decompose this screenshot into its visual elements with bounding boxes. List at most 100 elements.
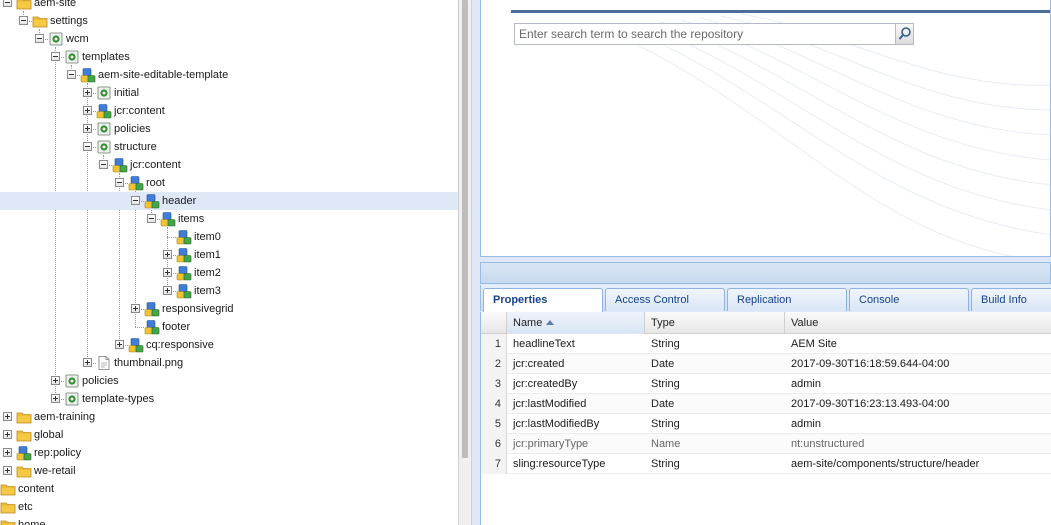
tab-build-info[interactable]: Build Info bbox=[971, 288, 1051, 311]
tree-node-aem-training[interactable]: aem-training bbox=[0, 408, 458, 426]
property-value[interactable]: aem-site/components/structure/header bbox=[785, 454, 1051, 474]
property-name[interactable]: jcr:primaryType bbox=[507, 434, 645, 454]
expand-icon[interactable] bbox=[163, 250, 172, 259]
tree-node-templates[interactable]: templates bbox=[0, 48, 458, 66]
tree-node-template-types[interactable]: template-types bbox=[0, 390, 458, 408]
tree-node-home[interactable]: home bbox=[0, 516, 458, 525]
collapse-icon[interactable] bbox=[131, 196, 140, 205]
expand-icon[interactable] bbox=[83, 124, 92, 133]
tree-node-item2[interactable]: item2 bbox=[0, 264, 458, 282]
expand-icon[interactable] bbox=[3, 430, 12, 439]
column-header-type[interactable]: Type bbox=[645, 312, 785, 334]
collapse-icon[interactable] bbox=[19, 16, 28, 25]
tree-node-wcm[interactable]: wcm bbox=[0, 30, 458, 48]
table-row[interactable]: 3 jcr:createdBy String admin bbox=[481, 374, 1051, 394]
tree-node-item3[interactable]: item3 bbox=[0, 282, 458, 300]
property-name[interactable]: headlineText bbox=[507, 334, 645, 354]
tree-node-aem-site[interactable]: aem-site bbox=[0, 0, 458, 12]
tree-node-header[interactable]: header bbox=[0, 192, 458, 210]
tree-node-jcr-content[interactable]: jcr:content bbox=[0, 102, 458, 120]
tab-replication[interactable]: Replication bbox=[727, 288, 847, 311]
tree-scrollbar[interactable] bbox=[462, 0, 468, 458]
search-button[interactable] bbox=[895, 23, 914, 45]
property-name[interactable]: jcr:createdBy bbox=[507, 374, 645, 394]
property-value[interactable]: admin bbox=[785, 374, 1051, 394]
expand-icon[interactable] bbox=[3, 466, 12, 475]
tree-node-item1[interactable]: item1 bbox=[0, 246, 458, 264]
properties-grid: Name Type Value 1 headlineText String AEM S… bbox=[480, 312, 1051, 525]
collapse-icon[interactable] bbox=[83, 142, 92, 151]
tree-node-footer[interactable]: footer bbox=[0, 318, 458, 336]
tree-node-we-retail[interactable]: we-retail bbox=[0, 462, 458, 480]
property-value[interactable]: admin bbox=[785, 414, 1051, 434]
tree-node-etc[interactable]: etc bbox=[0, 498, 458, 516]
tree-node-global[interactable]: global bbox=[0, 426, 458, 444]
table-row[interactable]: 1 headlineText String AEM Site bbox=[481, 334, 1051, 354]
table-row[interactable]: 7 sling:resourceType String aem-site/compon… bbox=[481, 454, 1051, 474]
table-row[interactable]: 4 jcr:lastModified Date 2017-09-30T16:23:13… bbox=[481, 394, 1051, 414]
property-type[interactable]: String bbox=[645, 454, 785, 474]
column-header-value[interactable]: Value bbox=[785, 312, 1051, 334]
expand-icon[interactable] bbox=[3, 412, 12, 421]
collapse-icon[interactable] bbox=[99, 160, 108, 169]
collapse-icon[interactable] bbox=[147, 214, 156, 223]
collapse-icon[interactable] bbox=[3, 0, 12, 7]
tree-node-content[interactable]: content bbox=[0, 480, 458, 498]
search-input[interactable] bbox=[515, 24, 895, 44]
property-type[interactable]: Date bbox=[645, 354, 785, 374]
tab-properties[interactable]: Properties bbox=[483, 288, 603, 312]
property-type[interactable]: String bbox=[645, 374, 785, 394]
table-row[interactable]: 5 jcr:lastModifiedBy String admin bbox=[481, 414, 1051, 434]
tree-node-rep-policy[interactable]: rep:policy bbox=[0, 444, 458, 462]
property-name[interactable]: sling:resourceType bbox=[507, 454, 645, 474]
tree-node-settings[interactable]: settings bbox=[0, 12, 458, 30]
expand-icon[interactable] bbox=[51, 376, 60, 385]
tree-node-thumbnail-png[interactable]: thumbnail.png bbox=[0, 354, 458, 372]
expand-icon[interactable] bbox=[83, 88, 92, 97]
tree-node-cq-responsive[interactable]: cq:responsive bbox=[0, 336, 458, 354]
tree-node-policies[interactable]: policies bbox=[0, 372, 458, 390]
expand-icon[interactable] bbox=[3, 448, 12, 457]
table-row[interactable]: 6 jcr:primaryType Name nt:unstructured bbox=[481, 434, 1051, 454]
property-value[interactable]: 2017-09-30T16:18:59.644-04:00 bbox=[785, 354, 1051, 374]
property-name[interactable]: jcr:lastModifiedBy bbox=[507, 414, 645, 434]
tree-node-label: we-retail bbox=[34, 465, 76, 477]
expand-icon[interactable] bbox=[115, 340, 124, 349]
panel-splitter[interactable] bbox=[458, 0, 472, 525]
expand-icon[interactable] bbox=[83, 106, 92, 115]
expand-icon[interactable] bbox=[83, 358, 92, 367]
property-name[interactable]: jcr:created bbox=[507, 354, 645, 374]
expand-icon[interactable] bbox=[131, 304, 140, 313]
tree-node-label: initial bbox=[114, 87, 140, 99]
property-value[interactable]: 2017-09-30T16:23:13.493-04:00 bbox=[785, 394, 1051, 414]
tree-node-aem-site-editable-template[interactable]: aem-site-editable-template bbox=[0, 66, 458, 84]
expand-icon[interactable] bbox=[163, 268, 172, 277]
tree-node-items[interactable]: items bbox=[0, 210, 458, 228]
tree-node-root[interactable]: root bbox=[0, 174, 458, 192]
property-type[interactable]: Name bbox=[645, 434, 785, 454]
tab-access-control[interactable]: Access Control bbox=[605, 288, 725, 311]
tree-node-item0[interactable]: item0 bbox=[0, 228, 458, 246]
tab-console[interactable]: Console bbox=[849, 288, 969, 311]
table-row[interactable]: 2 jcr:created Date 2017-09-30T16:18:59.644-… bbox=[481, 354, 1051, 374]
expand-icon[interactable] bbox=[51, 394, 60, 403]
property-name[interactable]: jcr:lastModified bbox=[507, 394, 645, 414]
column-header-name[interactable]: Name bbox=[507, 312, 645, 334]
row-number: 3 bbox=[481, 374, 507, 394]
search-field[interactable] bbox=[514, 23, 897, 45]
tree-node-initial[interactable]: initial bbox=[0, 84, 458, 102]
tree-node-structure[interactable]: structure bbox=[0, 138, 458, 156]
tree-node-policies[interactable]: policies bbox=[0, 120, 458, 138]
property-value[interactable]: nt:unstructured bbox=[785, 434, 1051, 454]
property-type[interactable]: String bbox=[645, 334, 785, 354]
collapse-icon[interactable] bbox=[115, 178, 124, 187]
expand-icon[interactable] bbox=[163, 286, 172, 295]
property-value[interactable]: AEM Site bbox=[785, 334, 1051, 354]
collapse-icon[interactable] bbox=[35, 34, 44, 43]
collapse-icon[interactable] bbox=[67, 70, 76, 79]
tree-node-responsivegrid[interactable]: responsivegrid bbox=[0, 300, 458, 318]
property-type[interactable]: Date bbox=[645, 394, 785, 414]
tree-node-jcr-content[interactable]: jcr:content bbox=[0, 156, 458, 174]
collapse-icon[interactable] bbox=[51, 52, 60, 61]
property-type[interactable]: String bbox=[645, 414, 785, 434]
